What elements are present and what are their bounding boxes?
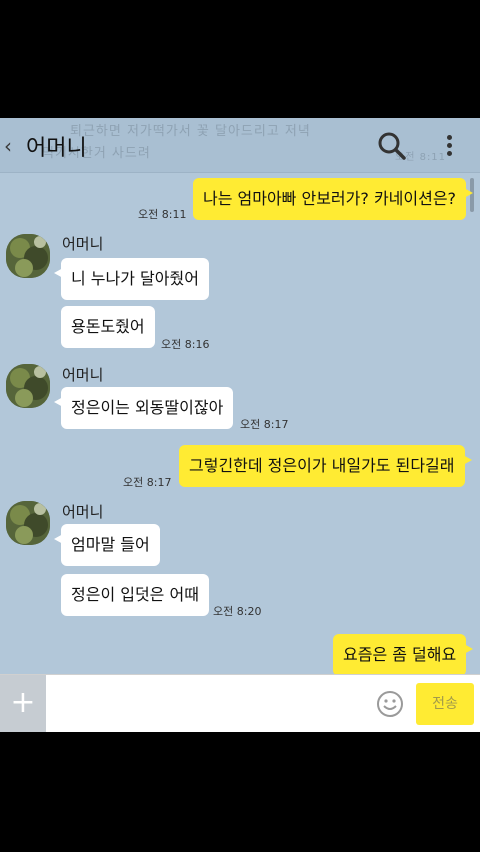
message-input-bar: + 전송: [0, 674, 480, 732]
contact-avatar[interactable]: [6, 234, 50, 278]
their-message-bubble[interactable]: 용돈도줬어: [61, 306, 155, 348]
my-message-bubble[interactable]: 나는 엄마아빠 안보러가? 카네이션은?: [193, 178, 474, 220]
my-message-bubble[interactable]: 그렇긴한데 정은이가 내일가도 된다길래: [179, 445, 471, 487]
contact-avatar[interactable]: [6, 501, 50, 545]
chat-header: 퇴근하면 저가떡가서 꽃 달아드리고 저녁 먹기시한거 사드려 오전 8:11 …: [0, 118, 480, 173]
chat-title: 어머니: [26, 136, 87, 161]
plus-icon[interactable]: +: [0, 675, 46, 732]
emoji-icon[interactable]: [375, 689, 405, 719]
my-message-bubble[interactable]: 요즘은 좀 덜해요: [333, 634, 474, 676]
sender-name: 어머니: [62, 366, 104, 384]
their-message-bubble[interactable]: 정은이는 외동딸이잖아: [53, 387, 234, 429]
their-message-bubble[interactable]: 니 누나가 달아줬어: [54, 258, 209, 300]
sender-name: 어머니: [62, 503, 104, 521]
chat-screen: 퇴근하면 저가떡가서 꽃 달아드리고 저녁 먹기시한거 사드려 오전 8:11 …: [0, 118, 480, 732]
more-vertical-icon[interactable]: [438, 131, 460, 161]
message-time: 오전 8:20: [213, 605, 262, 618]
ghost-text-line1: 퇴근하면 저가떡가서 꽃 달아드리고 저녁: [70, 124, 311, 139]
message-time: 오전 8:17: [240, 418, 289, 431]
sender-name: 어머니: [62, 235, 104, 253]
message-time: 오전 8:11: [138, 208, 187, 221]
their-message-bubble[interactable]: 정은이 입덧은 어때: [61, 574, 209, 616]
send-button[interactable]: 전송: [416, 683, 474, 725]
message-time: 오전 8:17: [123, 476, 172, 489]
search-icon[interactable]: [375, 129, 409, 163]
their-message-bubble[interactable]: 엄마말 들어: [54, 524, 160, 566]
message-input[interactable]: [52, 681, 362, 727]
back-icon[interactable]: ‹: [4, 133, 22, 159]
message-time: 오전 8:16: [161, 338, 210, 351]
contact-avatar[interactable]: [6, 364, 50, 408]
